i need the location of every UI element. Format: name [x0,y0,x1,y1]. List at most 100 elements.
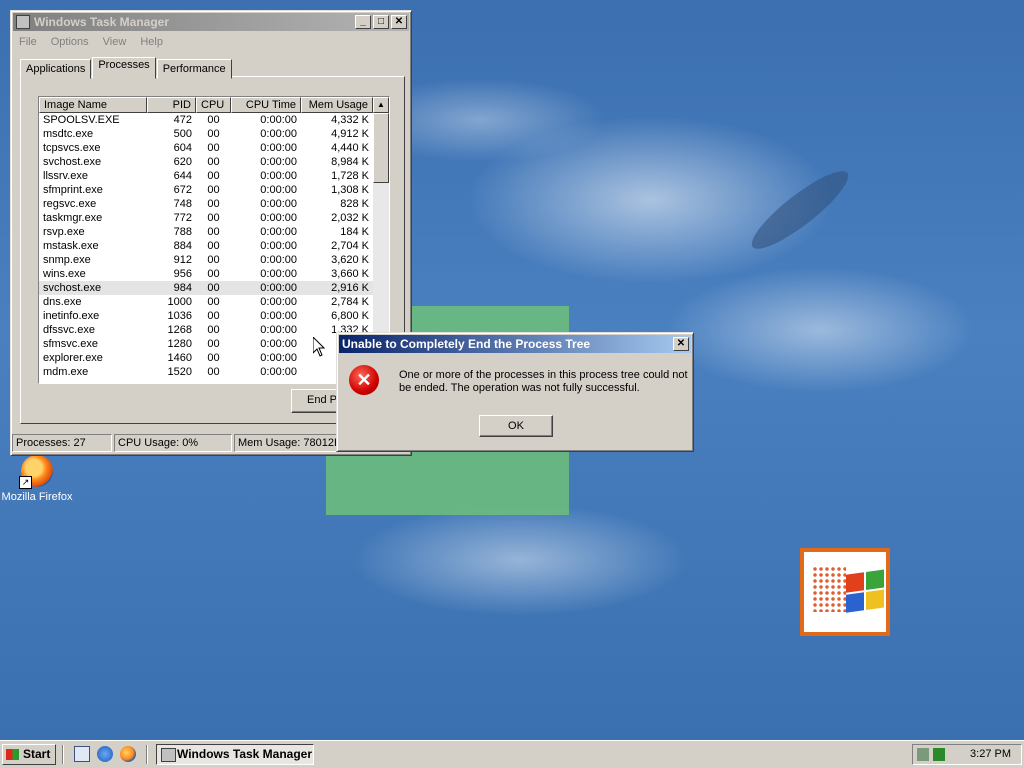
process-cpu-time: 0:00:00 [260,156,297,168]
process-cpu: 00 [207,142,220,154]
process-pid: 1460 [167,352,192,364]
process-mem-usage: 4,912 K [331,128,369,140]
menu-options[interactable]: Options [51,36,89,48]
process-cpu-time: 0:00:00 [260,352,297,364]
window-title: Windows Task Manager [34,15,170,29]
column-cpu-time[interactable]: CPU Time [231,97,301,113]
clock[interactable]: 3:27 PM [970,748,1011,760]
process-pid: 1280 [167,338,192,350]
table-row[interactable]: mstask.exe 884 00 0:00:00 2,704 K [39,239,389,253]
internet-explorer-icon[interactable] [97,746,113,762]
dialog-message: One or more of the processes in this pro… [399,369,688,394]
table-row[interactable]: svchost.exe 620 00 0:00:00 8,984 K [39,155,389,169]
firefox-icon[interactable] [120,746,136,762]
process-cpu-time: 0:00:00 [260,114,297,126]
process-pid: 1268 [167,324,192,336]
process-cpu-time: 0:00:00 [260,310,297,322]
menu-file[interactable]: File [19,36,37,48]
process-list-header: Image Name PID CPU CPU Time Mem Usage [39,97,389,113]
process-pid: 620 [173,156,192,168]
column-cpu[interactable]: CPU [196,97,231,113]
table-row[interactable]: llssrv.exe 644 00 0:00:00 1,728 K [39,169,389,183]
minimize-button[interactable]: _ [355,15,371,29]
process-mem-usage: 4,332 K [331,114,369,126]
process-cpu: 00 [207,226,220,238]
dialog-close-button[interactable]: ✕ [673,337,689,351]
table-row[interactable]: dns.exe 1000 00 0:00:00 2,784 K [39,295,389,309]
table-row[interactable]: wins.exe 956 00 0:00:00 3,660 K [39,267,389,281]
status-processes: Processes: 27 [12,434,112,452]
task-manager-tray-icon[interactable] [933,748,945,761]
windows-flag-icon [6,749,19,760]
tab-processes[interactable]: Processes [92,57,156,79]
process-mem-usage: 184 K [340,226,369,238]
windows-logo-icon [800,548,890,636]
process-cpu-time: 0:00:00 [260,296,297,308]
dialog-titlebar[interactable]: Unable to Completely End the Process Tre… [339,335,691,353]
process-name: llssrv.exe [43,170,89,182]
process-pid: 1036 [167,310,192,322]
process-pid: 472 [173,114,192,126]
process-name: wins.exe [43,268,86,280]
task-label: Windows Task Manager [177,747,313,761]
menu-view[interactable]: View [103,36,127,48]
process-pid: 772 [173,212,192,224]
table-row[interactable]: tcpsvcs.exe 604 00 0:00:00 4,440 K [39,141,389,155]
process-cpu: 00 [207,170,220,182]
process-cpu-time: 0:00:00 [260,338,297,350]
process-cpu: 00 [207,310,220,322]
table-row[interactable]: sfmprint.exe 672 00 0:00:00 1,308 K [39,183,389,197]
tab-performance[interactable]: Performance [156,59,232,79]
scroll-thumb[interactable] [373,113,389,183]
table-row[interactable]: svchost.exe 984 00 0:00:00 2,916 K [39,281,389,295]
process-pid: 672 [173,184,192,196]
process-cpu-time: 0:00:00 [260,240,297,252]
process-cpu-time: 0:00:00 [260,184,297,196]
tab-applications[interactable]: Applications [20,59,92,79]
process-name: svchost.exe [43,156,102,168]
close-button[interactable]: ✕ [391,15,407,29]
process-pid: 884 [173,240,192,252]
desktop-icon-firefox[interactable]: ↗ Mozilla Firefox [0,455,74,503]
task-manager-titlebar[interactable]: Windows Task Manager _ □ ✕ [13,13,409,31]
scroll-up-icon[interactable]: ▲ [373,97,389,113]
process-mem-usage: 2,032 K [331,212,369,224]
show-desktop-icon[interactable] [74,746,90,762]
process-cpu-time: 0:00:00 [260,268,297,280]
table-row[interactable]: msdtc.exe 500 00 0:00:00 4,912 K [39,127,389,141]
column-image-name[interactable]: Image Name [39,97,147,113]
process-mem-usage: 3,620 K [331,254,369,266]
process-cpu: 00 [207,352,220,364]
process-cpu: 00 [207,338,220,350]
table-row[interactable]: taskmgr.exe 772 00 0:00:00 2,032 K [39,211,389,225]
taskbar-task-manager[interactable]: Windows Task Manager [156,744,314,765]
process-cpu: 00 [207,184,220,196]
process-pid: 644 [173,170,192,182]
process-name: rsvp.exe [43,226,85,238]
ok-button[interactable]: OK [479,415,553,437]
maximize-button[interactable]: □ [373,15,389,29]
status-cpu-usage: CPU Usage: 0% [114,434,232,452]
process-name: sfmprint.exe [43,184,103,196]
table-row[interactable]: rsvp.exe 788 00 0:00:00 184 K [39,225,389,239]
table-row[interactable]: inetinfo.exe 1036 00 0:00:00 6,800 K [39,309,389,323]
error-dialog: Unable to Completely End the Process Tre… [336,332,694,452]
process-name: msdtc.exe [43,128,94,140]
process-mem-usage: 2,704 K [331,240,369,252]
column-pid[interactable]: PID [147,97,196,113]
table-row[interactable]: regsvc.exe 748 00 0:00:00 828 K [39,197,389,211]
task-manager-icon [161,748,176,762]
menu-help[interactable]: Help [140,36,163,48]
process-cpu: 00 [207,366,220,378]
table-row[interactable]: SPOOLSV.EXE 472 00 0:00:00 4,332 K [39,113,389,127]
process-cpu: 00 [207,156,220,168]
process-name: mdm.exe [43,366,89,378]
process-name: dns.exe [43,296,82,308]
network-icon[interactable] [917,748,929,761]
column-mem-usage[interactable]: Mem Usage [301,97,373,113]
table-row[interactable]: snmp.exe 912 00 0:00:00 3,620 K [39,253,389,267]
process-pid: 956 [173,268,192,280]
process-cpu: 00 [207,198,220,210]
start-button[interactable]: Start [2,744,56,765]
process-pid: 748 [173,198,192,210]
